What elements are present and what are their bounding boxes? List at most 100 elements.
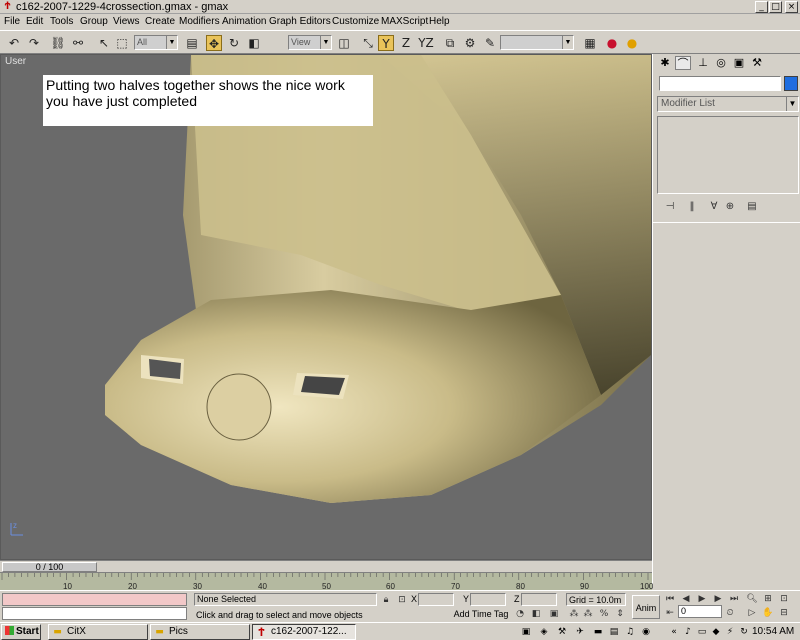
- folder-icon[interactable]: ▬: [592, 626, 604, 638]
- viewport-label[interactable]: User: [5, 56, 26, 67]
- volume-icon[interactable]: ♪: [682, 626, 694, 638]
- animate-button[interactable]: Anim: [632, 595, 660, 619]
- remove-modifier-icon[interactable]: ⊕: [723, 200, 737, 214]
- time-config-icon[interactable]: ⏲: [724, 607, 736, 619]
- modifier-list-dropdown[interactable]: Modifier List ▼: [657, 96, 799, 112]
- menu-edit[interactable]: Edit: [26, 16, 43, 28]
- scale-icon[interactable]: ◧: [246, 35, 262, 51]
- wrench-icon[interactable]: ⚒: [556, 626, 568, 638]
- network-icon[interactable]: ▣: [520, 626, 532, 638]
- menu-graph-editors[interactable]: Graph Editors: [269, 16, 331, 28]
- time-slider-track[interactable]: 0 / 100: [0, 560, 652, 572]
- taskbar-item-citx[interactable]: ▬ CitX: [48, 624, 148, 640]
- link-icon[interactable]: ⛓: [50, 35, 66, 51]
- time-slider-thumb[interactable]: 0 / 100: [2, 562, 97, 572]
- object-name-input[interactable]: [659, 76, 781, 91]
- current-frame-field[interactable]: 0: [678, 605, 722, 618]
- angle-snap-icon[interactable]: ⁂: [582, 608, 594, 620]
- absolute-mode-icon[interactable]: ⊡: [396, 594, 408, 606]
- system-clock[interactable]: 10:54 AM: [752, 625, 794, 639]
- constrain-y-icon[interactable]: Y: [378, 35, 394, 51]
- update-icon[interactable]: ↻: [738, 626, 750, 638]
- field-of-view-icon[interactable]: ▷: [746, 607, 758, 619]
- go-to-start-icon[interactable]: ⏮: [664, 593, 676, 605]
- menu-modifiers[interactable]: Modifiers: [179, 16, 220, 28]
- menu-views[interactable]: Views: [113, 16, 140, 28]
- add-time-tag-button[interactable]: Add Time Tag: [450, 608, 512, 620]
- power-icon[interactable]: ⚡: [724, 626, 736, 638]
- menu-tools[interactable]: Tools: [50, 16, 73, 28]
- spinner-snap-icon[interactable]: ⇕: [614, 608, 626, 620]
- music-icon[interactable]: ♫: [624, 626, 636, 638]
- maximize-viewport-icon[interactable]: ⊟: [778, 607, 790, 619]
- select-icon[interactable]: ↖: [96, 35, 112, 51]
- user-viewport[interactable]: User Putting two halves together shows t…: [0, 54, 652, 560]
- pan-icon[interactable]: ✋: [762, 607, 774, 619]
- eyedropper-icon[interactable]: ✎: [482, 35, 498, 51]
- constrain-yz-icon[interactable]: YZ: [418, 35, 434, 51]
- hierarchy-tab-icon[interactable]: ⊥: [695, 56, 711, 70]
- airplane-icon[interactable]: ✈: [574, 626, 586, 638]
- menu-file[interactable]: File: [4, 16, 20, 28]
- close-button[interactable]: ×: [785, 1, 798, 13]
- menu-customize[interactable]: Customize: [332, 16, 379, 28]
- app-tray-icon[interactable]: ◉: [640, 626, 652, 638]
- selection-filter-dropdown[interactable]: All ▼: [134, 35, 178, 50]
- menu-maxscript[interactable]: MAXScript: [381, 16, 428, 28]
- zoom-all-icon[interactable]: ⊞: [762, 593, 774, 605]
- security-icon[interactable]: ◆: [710, 626, 722, 638]
- go-to-end-icon[interactable]: ⏭: [728, 593, 740, 605]
- configure-sets-icon[interactable]: ▤: [745, 200, 759, 214]
- pin-stack-icon[interactable]: ⊣: [663, 200, 677, 214]
- rotate-icon[interactable]: ↻: [226, 35, 242, 51]
- menu-create[interactable]: Create: [145, 16, 175, 28]
- quick-render-icon[interactable]: ●: [624, 35, 640, 51]
- maxscript-listener-input[interactable]: [2, 607, 187, 620]
- menu-group[interactable]: Group: [80, 16, 108, 28]
- gmax-logo-icon[interactable]: Ϯ: [2, 1, 13, 12]
- coord-z-field[interactable]: [521, 593, 557, 606]
- minimize-button[interactable]: _: [755, 1, 768, 13]
- degradation-override-icon[interactable]: ◧: [530, 608, 542, 620]
- create-tab-icon[interactable]: ✱: [657, 56, 673, 70]
- constrain-z-icon[interactable]: Z: [398, 35, 414, 51]
- coord-x-field[interactable]: [418, 593, 454, 606]
- undo-icon[interactable]: ↶: [6, 35, 22, 51]
- make-unique-icon[interactable]: ∀: [707, 200, 721, 214]
- named-selection-dropdown[interactable]: ▼: [500, 35, 574, 50]
- previous-frame-icon[interactable]: ◀: [680, 593, 692, 605]
- material-editor-icon[interactable]: ▦: [582, 35, 598, 51]
- modify-tab-icon[interactable]: ⌒: [675, 56, 691, 70]
- taskbar-item-gmax[interactable]: Ϯ c162-2007-122...: [252, 624, 356, 640]
- align-icon[interactable]: ⧉: [442, 35, 458, 51]
- snaps-2d-icon[interactable]: ⁂: [568, 608, 580, 620]
- unlink-icon[interactable]: ⚯: [70, 35, 86, 51]
- play-icon[interactable]: ▶: [696, 593, 708, 605]
- select-by-name-icon[interactable]: ▤: [184, 35, 200, 51]
- menu-animation[interactable]: Animation: [222, 16, 266, 28]
- aircraft-nose-model[interactable]: [1, 55, 652, 560]
- next-frame-icon[interactable]: ▶: [712, 593, 724, 605]
- object-color-swatch[interactable]: [784, 76, 798, 91]
- modifier-stack-list[interactable]: [657, 116, 799, 194]
- zoom-icon[interactable]: 🔍︎: [746, 593, 758, 605]
- render-icon[interactable]: ●: [604, 35, 620, 51]
- coord-y-field[interactable]: [470, 593, 506, 606]
- display-icon[interactable]: ▭: [696, 626, 708, 638]
- lock-selection-icon[interactable]: 🔒︎: [380, 594, 392, 606]
- maximize-button[interactable]: □: [769, 1, 782, 13]
- mirror-icon[interactable]: ⤡: [360, 35, 376, 51]
- percent-snap-icon[interactable]: %: [598, 608, 610, 620]
- selection-lock-icon[interactable]: ◔: [514, 608, 526, 620]
- region-select-icon[interactable]: ⬚: [114, 35, 130, 51]
- pivot-icon[interactable]: ◫: [336, 35, 352, 51]
- cube-icon[interactable]: ▣: [548, 608, 560, 620]
- shield-icon[interactable]: ◈: [538, 626, 550, 638]
- taskbar-item-pics[interactable]: ▬ Pics: [150, 624, 250, 640]
- reference-coord-dropdown[interactable]: View ▼: [288, 35, 332, 50]
- snap-icon[interactable]: ⚙: [462, 35, 478, 51]
- chevron-left-icon[interactable]: «: [668, 626, 680, 638]
- motion-tab-icon[interactable]: ◎: [713, 56, 729, 70]
- key-mode-icon[interactable]: ⇤: [664, 607, 676, 619]
- trackbar[interactable]: 10 20 30 40 50 60 70 80 90 100: [0, 572, 653, 591]
